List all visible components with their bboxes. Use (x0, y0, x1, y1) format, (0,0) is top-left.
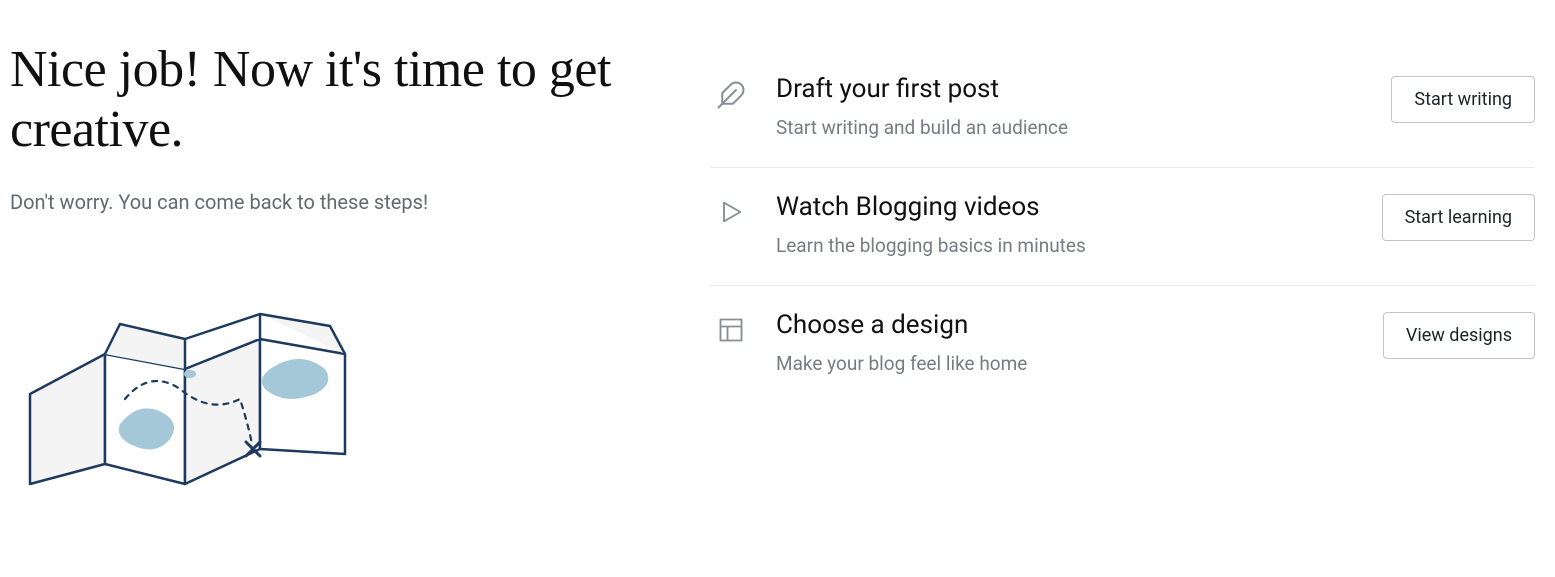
layout-icon (710, 310, 752, 344)
step-body: Watch Blogging videos Learn the blogging… (776, 192, 1358, 257)
hero-subhead: Don't worry. You can come back to these … (10, 190, 670, 214)
view-designs-button[interactable]: View designs (1383, 312, 1535, 359)
step-draft-post: Draft your first post Start writing and … (710, 50, 1535, 168)
step-title: Watch Blogging videos (776, 192, 1358, 222)
map-illustration (10, 294, 670, 498)
step-desc: Start writing and build an audience (776, 116, 1367, 139)
step-title: Draft your first post (776, 74, 1367, 104)
hero-headline: Nice job! Now it's time to get creative. (10, 40, 670, 160)
start-learning-button[interactable]: Start learning (1382, 194, 1535, 241)
step-desc: Make your blog feel like home (776, 352, 1359, 375)
start-writing-button[interactable]: Start writing (1391, 76, 1535, 123)
step-title: Choose a design (776, 310, 1359, 340)
step-desc: Learn the blogging basics in minutes (776, 234, 1358, 257)
step-body: Choose a design Make your blog feel like… (776, 310, 1359, 375)
feather-icon (710, 74, 752, 110)
steps-panel: Draft your first post Start writing and … (710, 40, 1555, 577)
play-icon (710, 192, 752, 226)
step-body: Draft your first post Start writing and … (776, 74, 1367, 139)
hero-panel: Nice job! Now it's time to get creative.… (10, 40, 710, 577)
step-watch-videos: Watch Blogging videos Learn the blogging… (710, 168, 1535, 286)
step-choose-design: Choose a design Make your blog feel like… (710, 286, 1535, 403)
